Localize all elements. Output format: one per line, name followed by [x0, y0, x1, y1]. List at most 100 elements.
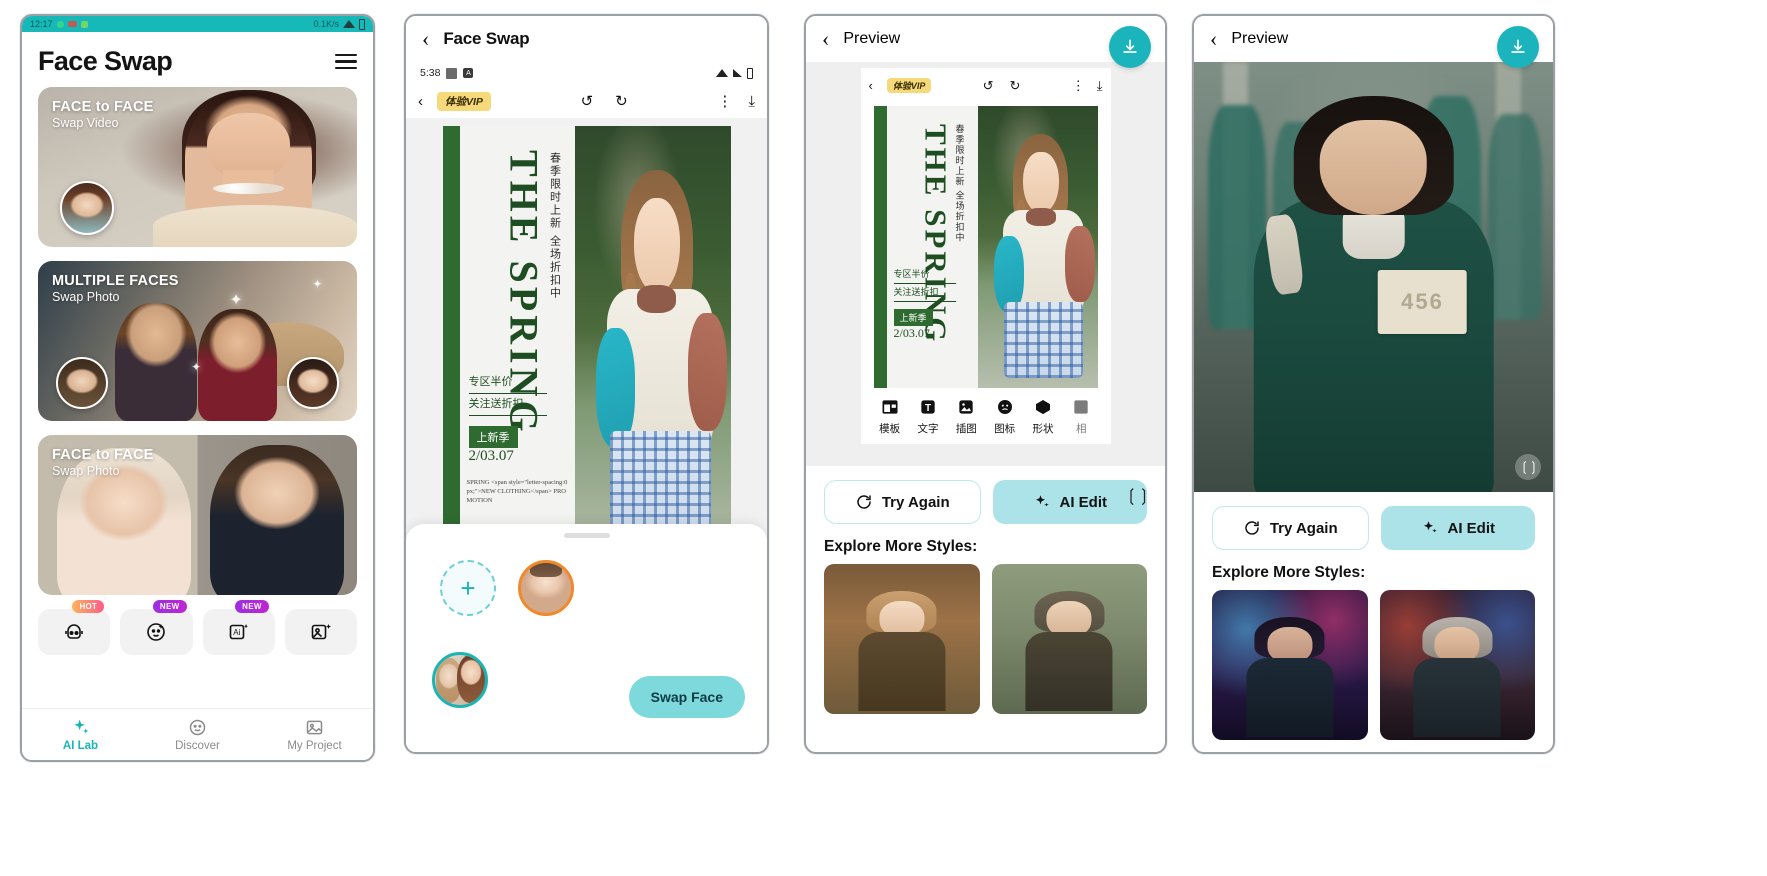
edit-tool-label: 形状: [1032, 422, 1054, 435]
try-again-button[interactable]: Try Again: [824, 480, 981, 524]
download-icon[interactable]: ⤓: [1097, 79, 1103, 92]
compare-slider-icon[interactable]: ❲❳: [1515, 454, 1541, 480]
tab-label: Discover: [175, 740, 220, 752]
frame-icon: [1074, 399, 1088, 414]
swap-face-button[interactable]: Swap Face: [628, 676, 745, 718]
model-sleeve-right: [688, 312, 728, 432]
status-left: 12:17: [30, 19, 88, 29]
svg-text:T: T: [925, 403, 931, 414]
style-tile[interactable]: [1379, 590, 1535, 740]
poster-canvas[interactable]: THE SPRING 春季限时上新 全场折扣中 专区半价 关注送折扣 上新季 2…: [442, 126, 731, 566]
download-button[interactable]: [1497, 26, 1539, 68]
tile-body: [1413, 657, 1501, 737]
badge-new: NEW: [152, 600, 187, 613]
quick-tool-photo-enhance[interactable]: [284, 609, 357, 655]
sparkle-icon: [74, 719, 89, 734]
selected-target-face[interactable]: [518, 560, 574, 616]
edit-tool-frame[interactable]: 相: [1062, 397, 1100, 436]
tile-body: [1025, 631, 1113, 711]
card-subtitle: Swap Photo: [52, 290, 120, 304]
app-icon: [80, 20, 88, 28]
status-right: 0.1K/s: [313, 18, 365, 30]
poster-canvas[interactable]: ‹ 体验VIP ↺ ↻ ⋮ ⤓ THE SPRING 春季限时上新 全场折扣中 …: [860, 68, 1111, 444]
poster-tag: 上新季: [893, 309, 933, 326]
poster-tag: 上新季: [468, 426, 518, 448]
foreground-subject: 456: [1253, 96, 1494, 492]
redo-icon[interactable]: ↻: [1010, 79, 1021, 92]
battery-icon: [747, 67, 753, 79]
quick-tool-avatar[interactable]: HOT: [38, 600, 111, 655]
download-icon: [1511, 39, 1525, 53]
quick-tool-beauty[interactable]: NEW: [120, 600, 193, 655]
ai-edit-button[interactable]: AI Edit: [1380, 506, 1535, 550]
chevron-left-icon[interactable]: ‹: [822, 28, 829, 50]
edit-tool-sticker[interactable]: 图标: [985, 397, 1023, 436]
quick-tool-ai-image[interactable]: NEW Ai: [202, 600, 275, 655]
ai-edit-label: AI Edit: [1059, 493, 1108, 511]
redo-icon[interactable]: ↻: [615, 94, 628, 109]
bottom-tab-bar: AI Lab Discover My Project: [22, 708, 373, 760]
download-icon[interactable]: ⤓: [748, 94, 755, 109]
poster-green-bar: [873, 106, 887, 388]
source-face-thumbnail[interactable]: [432, 652, 488, 708]
more-vertical-icon[interactable]: ⋮: [1072, 79, 1085, 92]
nav-title: Preview: [843, 30, 901, 47]
edit-tool-text[interactable]: T 文字: [909, 397, 947, 436]
add-face-button[interactable]: +: [440, 560, 496, 616]
undo-icon[interactable]: ↺: [581, 94, 594, 109]
model-face: [1023, 151, 1059, 213]
wifi-icon: [343, 20, 355, 28]
gallery-icon: [306, 720, 323, 735]
card-art-necklace: [213, 183, 284, 195]
whatsapp-icon: [56, 20, 64, 28]
style-tile-art: [858, 591, 946, 711]
tab-my-project[interactable]: My Project: [257, 717, 373, 752]
badge-hot: HOT: [72, 600, 105, 613]
toolbar-center-group: ↺ ↻: [581, 94, 628, 109]
svg-text:Ai: Ai: [233, 628, 240, 637]
edit-tool-shape[interactable]: 形状: [1024, 397, 1062, 436]
model-skirt: [1004, 301, 1083, 378]
card-title: FACE to FACE: [52, 99, 154, 115]
result-image[interactable]: 456 ❲❳: [1194, 62, 1553, 492]
tab-discover[interactable]: Discover: [140, 717, 256, 752]
toolbar-right-group: ⋮ ⤓: [717, 94, 755, 109]
card-label: MULTIPLE FACES Swap Photo: [52, 273, 179, 304]
tab-ai-lab[interactable]: AI Lab: [23, 717, 139, 752]
badge-new: NEW: [235, 600, 269, 613]
feature-card-multiple-faces[interactable]: ✦ ✦ ✦ MULTIPLE FACES Swap Photo: [38, 261, 357, 421]
more-vertical-icon[interactable]: ⋮: [717, 94, 732, 109]
card-art-person-right: [210, 444, 345, 595]
compare-slider-icon[interactable]: ❲❳: [1125, 486, 1151, 506]
style-tile[interactable]: [824, 564, 980, 714]
explore-title: Explore More Styles:: [1212, 564, 1366, 581]
try-again-button[interactable]: Try Again: [1212, 506, 1369, 550]
chevron-left-icon[interactable]: ‹: [869, 79, 873, 92]
chevron-left-icon[interactable]: ‹: [1210, 28, 1217, 50]
edit-tool-template[interactable]: 模板: [871, 397, 909, 436]
hamburger-menu-icon[interactable]: [335, 53, 357, 70]
chevron-left-icon[interactable]: ‹: [418, 94, 423, 109]
chevron-left-icon[interactable]: ‹: [422, 28, 429, 50]
vip-badge[interactable]: 体验VIP: [437, 91, 491, 111]
style-tile[interactable]: [991, 564, 1147, 714]
sparkle-icon: ✦: [191, 360, 202, 375]
nav-bar: ‹ Face Swap: [406, 16, 767, 62]
vip-badge[interactable]: 体验VIP: [886, 77, 932, 93]
edit-tool-illustration[interactable]: 插图: [947, 397, 985, 436]
model-sleeve-left: [595, 328, 635, 448]
result-action-row: Try Again AI Edit: [806, 466, 1165, 524]
phone-panel-preview-poster: ‹ Preview ‹ 体验VIP ↺ ↻ ⋮ ⤓ THE SPRING 春季限…: [804, 14, 1167, 754]
feature-card-face-to-face-photo[interactable]: FACE to FACE Swap Photo: [38, 435, 357, 595]
app-badge-icon-2: A: [463, 68, 474, 78]
edit-tool-label: 插图: [955, 422, 977, 435]
undo-icon[interactable]: ↺: [983, 79, 994, 92]
shape-icon: [1035, 399, 1050, 414]
feature-card-face-to-face-video[interactable]: FACE to FACE Swap Video: [38, 87, 357, 247]
card-subtitle: Swap Video: [52, 116, 119, 130]
style-tile[interactable]: [1212, 590, 1368, 740]
subject-face: [1320, 120, 1427, 216]
poster-green-bar: [442, 126, 460, 566]
toolbar-center-group: ↺ ↻: [983, 79, 1021, 92]
download-button[interactable]: [1109, 26, 1151, 68]
